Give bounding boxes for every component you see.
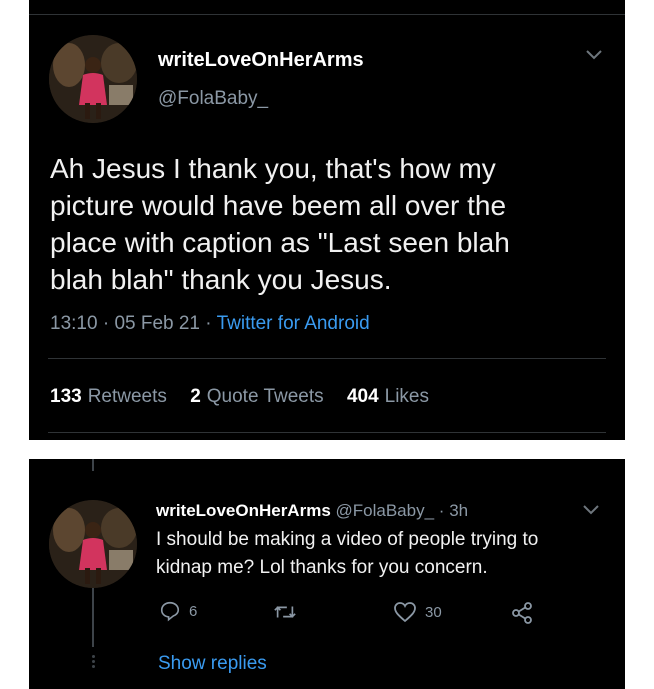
quotes-label: Quote Tweets bbox=[206, 386, 324, 407]
tweet-text-line: Ah Jesus I thank you, that's how my bbox=[50, 153, 496, 184]
retweets-label: Retweets bbox=[87, 386, 167, 407]
likes-stat[interactable]: 404 Likes bbox=[347, 386, 429, 407]
tweet-time[interactable]: 13:10 bbox=[50, 313, 98, 334]
meta-divider bbox=[48, 358, 606, 359]
main-tweet: writeLoveOnHerArms @FolaBaby_ Ah Jesus I… bbox=[29, 0, 625, 440]
dot-separator: · bbox=[102, 313, 115, 334]
avatar[interactable] bbox=[49, 35, 137, 123]
thread-line bbox=[92, 587, 94, 647]
tweet-source[interactable]: Twitter for Android bbox=[217, 313, 370, 334]
reply-age[interactable]: 3h bbox=[449, 501, 468, 520]
share-icon bbox=[512, 602, 532, 624]
reply-icon bbox=[160, 601, 180, 622]
quote-tweets-stat[interactable]: 2 Quote Tweets bbox=[190, 386, 323, 407]
retweet-icon bbox=[274, 606, 296, 618]
dot-separator: · bbox=[205, 313, 217, 334]
avatar[interactable] bbox=[49, 500, 137, 588]
reply-text-line: I should be making a video of people try… bbox=[156, 529, 539, 550]
stats-divider bbox=[48, 432, 606, 433]
author-handle[interactable]: @FolaBaby_ bbox=[158, 88, 268, 110]
thread-dots bbox=[89, 653, 97, 670]
reply-text: I should be making a video of people try… bbox=[156, 526, 538, 582]
quotes-count: 2 bbox=[190, 386, 201, 407]
dot-separator: · bbox=[438, 501, 445, 520]
reply-author-handle[interactable]: @FolaBaby_ bbox=[336, 501, 435, 520]
tweet-text-line: picture would have beem all over the bbox=[50, 190, 507, 221]
heart-icon bbox=[394, 602, 416, 623]
likes-count: 404 bbox=[346, 386, 379, 407]
reply-action[interactable]: 6 bbox=[159, 600, 197, 622]
reply-tweet: writeLoveOnHerArms @FolaBaby_ · 3h I sho… bbox=[29, 459, 625, 689]
reply-text-line: kidnap me? Lol thanks for you concern. bbox=[156, 557, 488, 578]
profile-photo bbox=[49, 35, 137, 123]
author-name[interactable]: writeLoveOnHerArms bbox=[158, 49, 364, 72]
profile-photo bbox=[49, 500, 137, 588]
reply-header: writeLoveOnHerArms @FolaBaby_ · 3h bbox=[156, 501, 468, 521]
tweet-date[interactable]: 05 Feb 21 bbox=[114, 313, 200, 334]
top-divider bbox=[29, 14, 625, 15]
like-action[interactable]: 30 bbox=[393, 601, 442, 623]
reply-author-name[interactable]: writeLoveOnHerArms bbox=[156, 501, 331, 520]
reply-count: 6 bbox=[189, 602, 198, 620]
show-replies-link[interactable]: Show replies bbox=[158, 653, 267, 675]
like-count: 30 bbox=[425, 603, 442, 621]
retweets-stat[interactable]: 133 Retweets bbox=[50, 386, 167, 407]
tweet-stats: 133 Retweets 2 Quote Tweets 404 Likes bbox=[50, 386, 447, 408]
retweets-count: 133 bbox=[50, 386, 82, 407]
tweet-meta: 13:10 · 05 Feb 21 · Twitter for Android bbox=[50, 313, 370, 335]
likes-label: Likes bbox=[384, 386, 429, 407]
tweet-text-line: blah blah" thank you Jesus. bbox=[50, 264, 392, 295]
chevron-down-icon[interactable] bbox=[582, 503, 600, 521]
thread-line-top bbox=[92, 459, 94, 471]
retweet-action[interactable] bbox=[273, 602, 305, 622]
share-action[interactable] bbox=[510, 601, 534, 625]
tweet-text: Ah Jesus I thank you, that's how my pict… bbox=[50, 150, 510, 298]
tweet-text-line: place with caption as "Last seen blah bbox=[50, 227, 510, 258]
chevron-down-icon[interactable] bbox=[585, 48, 603, 66]
